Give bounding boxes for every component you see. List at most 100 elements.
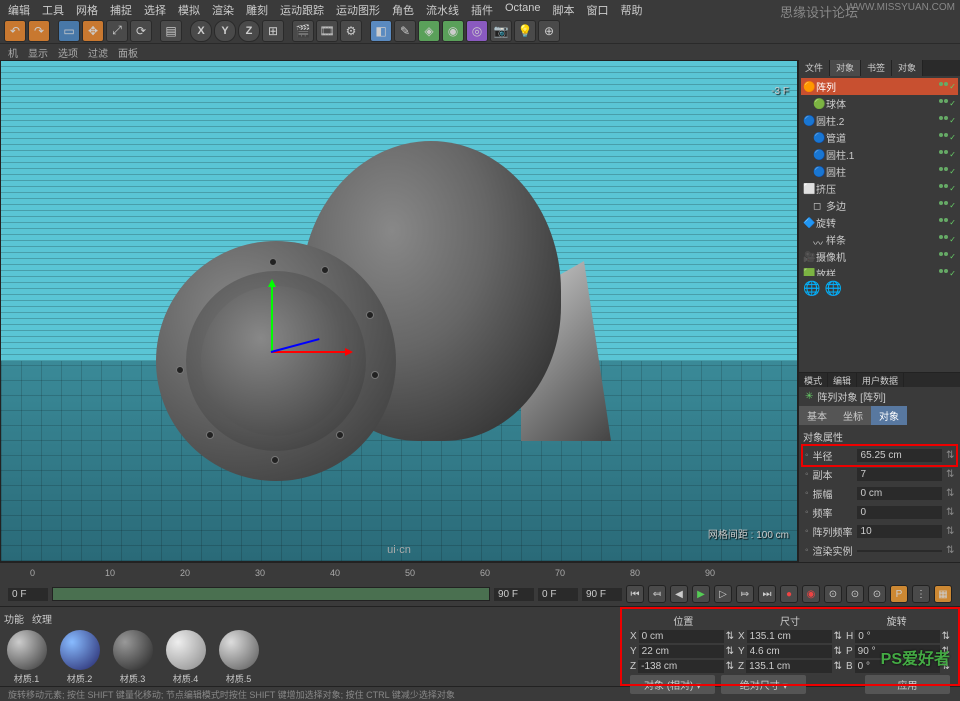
hierarchy-item[interactable]: ◻多边✓ [801, 197, 958, 214]
vp-menu-camera[interactable]: 机 [8, 45, 18, 59]
mat-tab-function[interactable]: 功能 [4, 611, 24, 626]
attr-subtab-basic[interactable]: 基本 [799, 406, 835, 425]
menu-pipeline[interactable]: 流水线 [426, 2, 459, 16]
pos-field[interactable] [638, 660, 724, 673]
deformer-button[interactable]: ◉ [442, 20, 464, 42]
material-item[interactable]: 材质.5 [216, 630, 261, 685]
timeline-end-field[interactable]: 90 F [494, 588, 534, 601]
hierarchy-item[interactable]: 🔷旋转✓ [801, 214, 958, 231]
hierarchy-item[interactable]: 🔵圆柱.1✓ [801, 146, 958, 163]
size-field[interactable] [747, 645, 832, 658]
menu-tools[interactable]: 工具 [42, 2, 64, 16]
checkmark-icon[interactable]: ✓ [949, 184, 956, 193]
prev-frame-button[interactable]: ◀ [670, 585, 688, 603]
material-item[interactable]: 材质.4 [163, 630, 208, 685]
play-button[interactable]: ▶ [692, 585, 710, 603]
menu-mograph[interactable]: 运动图形 [336, 2, 380, 16]
checkmark-icon[interactable]: ✓ [949, 269, 956, 276]
undo-button[interactable]: ↶ [4, 20, 26, 42]
goto-start-button[interactable]: ⏮ [626, 585, 644, 603]
globe-icon[interactable]: 🌐 [824, 280, 841, 297]
menu-render[interactable]: 渲染 [212, 2, 234, 16]
panel-tab-objects2[interactable]: 对象 [892, 60, 923, 76]
spinner-icon[interactable]: ⇅ [942, 631, 950, 642]
hierarchy-item[interactable]: 🎥摄像机✓ [801, 248, 958, 265]
key-pla-button[interactable]: P [890, 585, 908, 603]
attr-value-field[interactable] [857, 550, 942, 552]
attr-value-field[interactable]: 10 [857, 525, 942, 538]
size-field[interactable] [747, 630, 832, 643]
timeline-layout-button[interactable]: ▦ [934, 585, 952, 603]
spinner-icon[interactable]: ⇅ [946, 469, 954, 480]
hierarchy-item[interactable]: 🟠阵列✓ [801, 78, 958, 95]
key-rot-button[interactable]: ⊙ [868, 585, 886, 603]
environment-button[interactable]: ◎ [466, 20, 488, 42]
pos-field[interactable] [639, 645, 724, 658]
transform-gizmo[interactable] [271, 281, 273, 361]
gizmo-x-axis[interactable] [271, 351, 351, 353]
attr-value-field[interactable]: 7 [857, 468, 942, 481]
material-item[interactable]: 材质.1 [4, 630, 49, 685]
menu-mesh[interactable]: 网格 [76, 2, 98, 16]
coords-size-dropdown[interactable]: 绝对尺寸 ▾ [721, 675, 806, 694]
spinner-icon[interactable]: ⇅ [946, 450, 954, 461]
light-button[interactable]: 💡 [514, 20, 536, 42]
primitive-cube-button[interactable]: ◧ [370, 20, 392, 42]
checkmark-icon[interactable]: ✓ [949, 167, 956, 176]
size-field[interactable] [746, 660, 832, 673]
menu-snap[interactable]: 捕捉 [110, 2, 132, 16]
hierarchy-item[interactable]: 🔵圆柱✓ [801, 163, 958, 180]
hierarchy-item[interactable]: 🟩放样✓ [801, 265, 958, 276]
tag-button[interactable]: ⊕ [538, 20, 560, 42]
checkmark-icon[interactable]: ✓ [949, 99, 956, 108]
menu-script[interactable]: 脚本 [552, 2, 574, 16]
panel-tab-objects[interactable]: 对象 [830, 60, 861, 76]
vp-menu-filter[interactable]: 过滤 [88, 45, 108, 59]
vp-menu-panel[interactable]: 面板 [118, 45, 138, 59]
hierarchy-item[interactable]: 🔵圆柱.2✓ [801, 112, 958, 129]
checkmark-icon[interactable]: ✓ [949, 235, 956, 244]
pos-field[interactable] [639, 630, 724, 643]
camera-button[interactable]: 📷 [490, 20, 512, 42]
menu-plugins[interactable]: 插件 [471, 2, 493, 16]
prev-key-button[interactable]: ⤆ [648, 585, 666, 603]
render-settings-button[interactable]: ⚙ [340, 20, 362, 42]
vp-menu-display[interactable]: 显示 [28, 45, 48, 59]
menu-sculpt[interactable]: 雕刻 [246, 2, 268, 16]
axis-z-toggle[interactable]: Z [238, 20, 260, 42]
timeline-ruler[interactable]: 0102030405060708090 [0, 562, 960, 582]
timeline-track[interactable] [52, 587, 490, 601]
axis-x-toggle[interactable]: X [190, 20, 212, 42]
coord-system-button[interactable]: ⊞ [262, 20, 284, 42]
record-button[interactable]: ● [780, 585, 798, 603]
menu-window[interactable]: 窗口 [586, 2, 608, 16]
scale-tool[interactable]: ⤢ [106, 20, 128, 42]
hierarchy-item[interactable]: 🔵管道✓ [801, 129, 958, 146]
checkmark-icon[interactable]: ✓ [949, 133, 956, 142]
hierarchy-item[interactable]: 🟢球体✓ [801, 95, 958, 112]
redo-button[interactable]: ↷ [28, 20, 50, 42]
menu-help[interactable]: 帮助 [620, 2, 642, 16]
hierarchy-item[interactable]: 〰样条✓ [801, 231, 958, 248]
spinner-icon[interactable]: ⇅ [946, 526, 954, 537]
menu-character[interactable]: 角色 [392, 2, 414, 16]
next-frame-button[interactable]: ▷ [714, 585, 732, 603]
render-view-button[interactable]: 🎬 [292, 20, 314, 42]
key-pos-button[interactable]: ⊙ [824, 585, 842, 603]
spinner-icon[interactable]: ⇅ [946, 488, 954, 499]
menu-select[interactable]: 选择 [144, 2, 166, 16]
checkmark-icon[interactable]: ✓ [949, 252, 956, 261]
timeline-cur2-field[interactable]: 90 F [582, 588, 622, 601]
menu-octane[interactable]: Octane [505, 2, 540, 16]
attr-value-field[interactable]: 0 [857, 506, 942, 519]
attr-subtab-object[interactable]: 对象 [871, 406, 907, 425]
panel-tab-bookmarks[interactable]: 书签 [861, 60, 892, 76]
select-tool[interactable]: ▭ [58, 20, 80, 42]
spinner-icon[interactable]: ⇅ [726, 631, 734, 642]
gizmo-y-axis[interactable] [271, 281, 273, 351]
attr-tab-edit[interactable]: 编辑 [828, 373, 857, 387]
mat-tab-texture[interactable]: 纹理 [32, 611, 52, 626]
viewport-3d[interactable]: -3 F 网格间距 : 100 cm ui·cn [0, 60, 798, 562]
menu-edit[interactable]: 编辑 [8, 2, 30, 16]
attr-tab-userdata[interactable]: 用户数据 [857, 373, 904, 387]
